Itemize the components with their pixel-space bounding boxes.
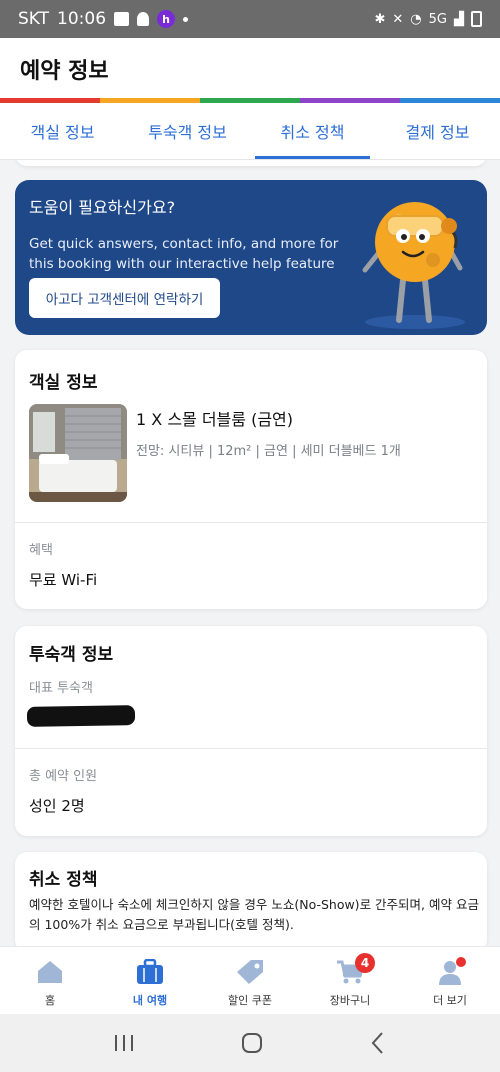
nav-coupons[interactable]: 할인 쿠폰 bbox=[200, 947, 300, 1014]
bluetooth-icon: ✱ bbox=[374, 11, 386, 27]
cancellation-policy-text: 예약한 호텔이나 숙소에 체크인하지 않을 경우 노쇼(No-Show)로 간주… bbox=[29, 897, 479, 932]
cancellation-card-title: 취소 정책 bbox=[29, 870, 98, 890]
signal-icon: ▟ bbox=[454, 11, 464, 27]
help-banner: 도움이 필요하신가요? Get quick answers, contact i… bbox=[15, 180, 487, 335]
back-icon[interactable] bbox=[368, 1031, 388, 1055]
help-description: Get quick answers, contact info, and mor… bbox=[29, 236, 339, 272]
cancellation-policy-card: 취소 정책 예약한 호텔이나 숙소에 체크인하지 않을 경우 노쇼(No-Sho… bbox=[15, 852, 487, 952]
tab-cancellation-policy[interactable]: 취소 정책 bbox=[250, 103, 375, 159]
room-name: 1 X 스몰 더블룸 (금연) bbox=[136, 410, 294, 429]
guest-card-title: 투숙객 정보 bbox=[29, 645, 114, 665]
room-photo[interactable] bbox=[29, 404, 127, 502]
clock: 10:06 bbox=[57, 9, 107, 29]
network-type: 5G bbox=[428, 11, 447, 27]
nav-more[interactable]: 더 보기 bbox=[400, 947, 500, 1014]
nav-cart-label: 장바구니 bbox=[329, 994, 371, 1007]
notification-icon bbox=[137, 12, 150, 26]
recent-apps-icon[interactable] bbox=[112, 1033, 136, 1053]
divider bbox=[15, 748, 487, 749]
gallery-icon bbox=[114, 12, 130, 26]
battery-icon bbox=[471, 11, 482, 27]
page-title: 예약 정보 bbox=[20, 59, 109, 84]
notification-dot bbox=[456, 957, 466, 967]
more-notifications-icon bbox=[183, 16, 189, 22]
nav-home-label: 홈 bbox=[44, 994, 56, 1007]
tab-guest-info[interactable]: 투숙객 정보 bbox=[125, 103, 250, 159]
nav-more-label: 더 보기 bbox=[433, 994, 467, 1007]
suitcase-icon bbox=[137, 959, 163, 984]
app-header: 예약 정보 bbox=[0, 38, 500, 100]
room-info-card: 객실 정보 1 X 스몰 더블룸 (금연) 전망: 시티뷰 | 12m² | 금… bbox=[15, 350, 487, 609]
lead-guest-label: 대표 투숙객 bbox=[29, 681, 93, 696]
home-button-icon[interactable] bbox=[240, 1031, 264, 1055]
carrier: SKT bbox=[18, 9, 50, 29]
mascot-illustration bbox=[362, 202, 465, 329]
total-guests-value: 성인 2명 bbox=[29, 797, 85, 815]
tab-payment-info[interactable]: 결제 정보 bbox=[375, 103, 500, 159]
section-tabs: 객실 정보 투숙객 정보 취소 정책 결제 정보 bbox=[0, 103, 500, 160]
mute-icon: ✕ bbox=[392, 11, 404, 27]
total-guests-label: 총 예약 인원 bbox=[29, 769, 98, 784]
wifi-icon: ◔ bbox=[410, 11, 422, 27]
cart-badge: 4 bbox=[355, 953, 375, 973]
nav-cart[interactable]: 4 장바구니 bbox=[300, 947, 400, 1014]
nav-home[interactable]: 홈 bbox=[0, 947, 100, 1014]
system-navigation-bar bbox=[0, 1014, 500, 1072]
tab-room-info[interactable]: 객실 정보 bbox=[0, 103, 125, 159]
room-card-title: 객실 정보 bbox=[29, 373, 98, 393]
redacted-guest-name bbox=[26, 705, 136, 727]
app-notification-icon: h bbox=[157, 10, 176, 28]
status-bar: SKT 10:06 h ✱ ✕ ◔ 5G ▟ bbox=[0, 0, 500, 38]
benefit-value: 무료 Wi-Fi bbox=[29, 571, 98, 589]
room-description: 전망: 시티뷰 | 12m² | 금연 | 세미 더블베드 1개 bbox=[136, 444, 401, 459]
nav-coupons-label: 할인 쿠폰 bbox=[228, 994, 272, 1007]
nav-my-trips[interactable]: 내 여행 bbox=[100, 947, 200, 1014]
guest-info-card: 투숙객 정보 대표 투숙객 총 예약 인원 성인 2명 bbox=[15, 626, 487, 836]
bottom-navigation: 홈 내 여행 할인 쿠폰 4 장바구니 더 보기 bbox=[0, 946, 500, 1014]
room-photo-image bbox=[29, 404, 127, 502]
nav-my-trips-label: 내 여행 bbox=[132, 994, 168, 1007]
tag-icon bbox=[237, 960, 263, 984]
divider bbox=[15, 522, 487, 523]
home-icon bbox=[38, 961, 62, 983]
benefit-label: 혜택 bbox=[29, 543, 53, 558]
contact-support-button[interactable]: 아고다 고객센터에 연락하기 bbox=[29, 278, 220, 318]
